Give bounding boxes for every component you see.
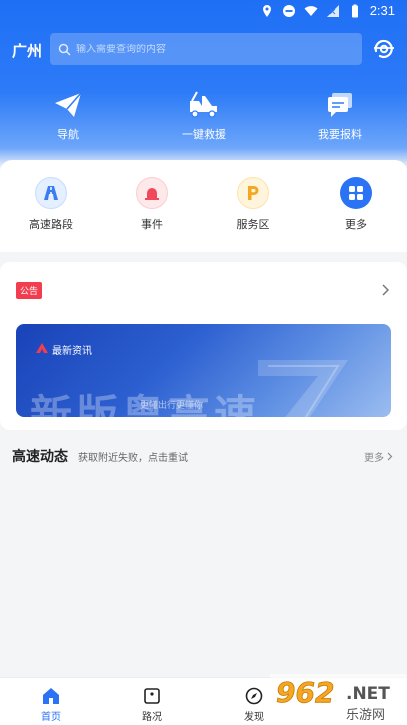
wifi-icon: [304, 5, 318, 16]
home-icon: [43, 688, 59, 704]
watermark-number: 962: [276, 676, 334, 709]
tab-road-conditions[interactable]: 路况: [122, 687, 182, 723]
category-highway-sections[interactable]: 高速路段: [6, 177, 96, 232]
category-card: 高速路段 事件 服务区 更多: [0, 160, 407, 252]
category-label: 服务区: [236, 218, 270, 231]
category-label: 高速路段: [29, 218, 73, 231]
search-input[interactable]: [76, 43, 356, 55]
tab-label: 首页: [41, 712, 61, 723]
compass-icon: [245, 687, 263, 705]
quick-action-navigation[interactable]: 导航: [0, 90, 136, 142]
quick-action-rescue[interactable]: 一键救援: [136, 90, 272, 142]
more-label: 更多: [364, 453, 384, 464]
highway-dynamics-retry[interactable]: 获取附近失败，点击重试: [78, 449, 188, 464]
highway-road-icon: [35, 177, 67, 209]
status-icons: 2:31: [260, 3, 395, 18]
location-icon: [262, 4, 271, 17]
watermark-sub: 乐游网: [346, 708, 385, 723]
site-watermark: 962 .NET 乐游网: [270, 674, 407, 725]
category-more[interactable]: 更多: [311, 177, 401, 232]
news-banner[interactable]: 最新资讯 新版粤高速 更懂出行更懂你: [16, 324, 391, 417]
chat-report-icon: [328, 93, 352, 117]
parking-p-icon: [237, 177, 269, 209]
banner-slogan: 更懂出行更懂你: [140, 401, 204, 411]
notice-badge[interactable]: 公告: [16, 282, 43, 299]
tab-home[interactable]: 首页: [21, 687, 81, 723]
category-label: 更多: [345, 218, 367, 231]
highway-dynamics-title: 高速动态: [12, 449, 68, 465]
do-not-disturb-icon: [282, 4, 295, 17]
scan-icon[interactable]: [372, 37, 396, 61]
notice-card: 公告 最新资讯 新版粤高速 更懂出行更懂你: [0, 262, 407, 430]
chevron-right-icon[interactable]: [381, 284, 389, 296]
signal-icon: [326, 4, 339, 17]
search-box[interactable]: [50, 33, 362, 65]
city-selector[interactable]: 广州: [12, 40, 42, 61]
grid-more-icon: [340, 177, 372, 209]
category-service-area[interactable]: 服务区: [208, 177, 298, 232]
chevron-right-icon: [387, 452, 393, 461]
category-events[interactable]: 事件: [107, 177, 197, 232]
watermark-suffix: .NET: [346, 684, 390, 704]
paper-plane-icon: [55, 92, 82, 117]
brand-logo-icon: [36, 343, 48, 353]
quick-action-label: 导航: [57, 128, 79, 141]
status-bar: 2:31: [0, 0, 407, 24]
quick-action-report[interactable]: 我要报料: [272, 90, 407, 142]
status-time: 2:31: [369, 3, 395, 18]
search-icon: [58, 43, 71, 56]
battery-icon: [351, 4, 358, 17]
alarm-light-icon: [136, 177, 168, 209]
category-label: 事件: [141, 218, 163, 231]
banner-title: 最新资讯: [52, 346, 92, 357]
quick-action-label: 一键救援: [182, 128, 226, 141]
tab-label: 路况: [142, 712, 162, 723]
banner-graphic: [258, 360, 348, 417]
quick-action-label: 我要报料: [318, 128, 362, 141]
header-background: [0, 0, 407, 168]
tow-truck-icon: [190, 91, 217, 118]
road-condition-icon: [144, 688, 160, 704]
highway-dynamics-more-link[interactable]: 更多: [364, 449, 393, 464]
